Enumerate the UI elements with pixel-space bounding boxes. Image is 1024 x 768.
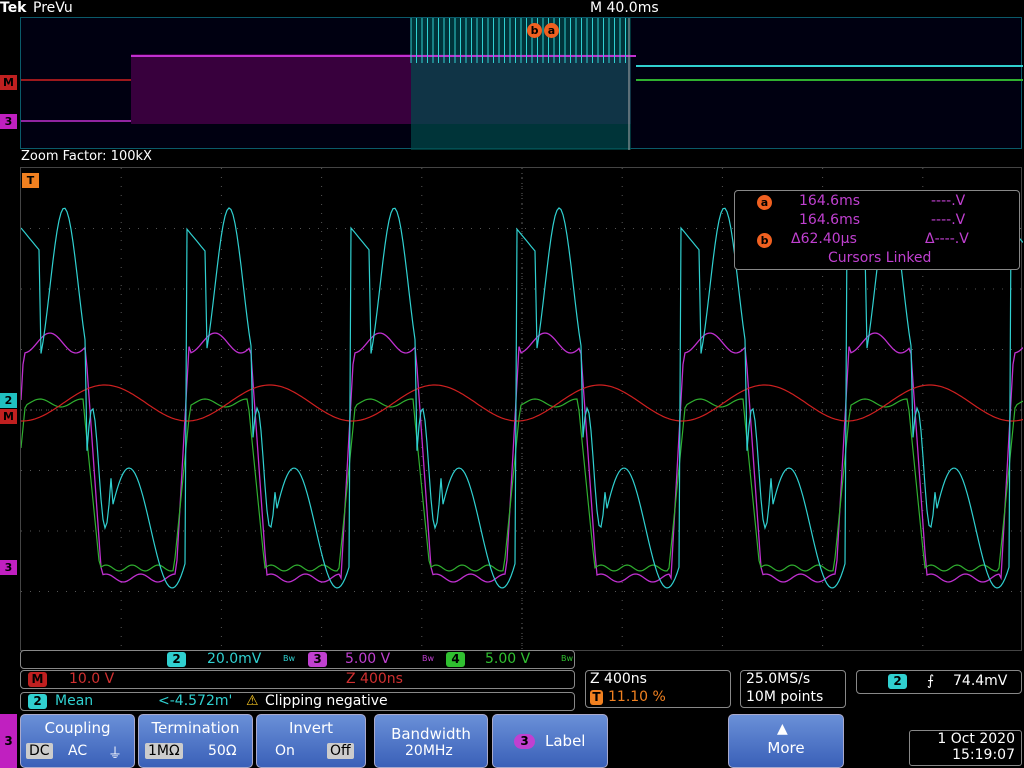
math-readout[interactable]: M 10.0 V Z 400ns: [20, 670, 575, 689]
trigger-ch-badge: 2: [888, 674, 907, 689]
sample-rate: 25.0MS/s: [746, 671, 811, 687]
label-title: Label: [545, 732, 586, 750]
meas-warning: Clipping negative: [265, 693, 388, 709]
ch4-badge[interactable]: 4: [446, 652, 465, 667]
date: 1 Oct 2020: [937, 731, 1015, 747]
coupling-ac[interactable]: AC: [65, 743, 90, 759]
math-zoom: Z 400ns: [346, 671, 403, 687]
termination-title: Termination: [151, 719, 240, 737]
termination-50ohm[interactable]: 50Ω: [205, 743, 240, 759]
cursor-a-volt: ----.V: [931, 193, 966, 209]
trig-pos-badge: T: [590, 690, 603, 705]
label-ch-badge: 3: [514, 734, 535, 749]
ch2-bw-icon: Bw: [283, 654, 296, 663]
cursor-readout[interactable]: a 164.6ms ----.V 164.6ms ----.V b Δ62.40…: [734, 190, 1020, 270]
overview-cursor-a[interactable]: a: [544, 23, 559, 38]
label-button[interactable]: 3 Label: [492, 714, 608, 768]
overview-math-marker[interactable]: M: [0, 75, 17, 90]
ch2-scale[interactable]: 20.0mV: [207, 651, 261, 667]
cursor-delta-volt: Δ----.V: [925, 231, 969, 247]
invert-off[interactable]: Off: [327, 743, 354, 759]
ground-icon[interactable]: ⏚: [105, 743, 125, 763]
more-button[interactable]: ▲ More: [728, 714, 844, 768]
channel-scale-bar: 2 20.0mV Bw 3 5.00 V Bw 4 5.00 V Bw: [20, 650, 575, 669]
brand-logo: Tek: [0, 0, 27, 16]
time: 15:19:07: [952, 747, 1015, 763]
overview-waveforms: [21, 18, 1023, 150]
zoom-trigger-marker[interactable]: T: [22, 173, 39, 188]
ch3-bw-icon: Bw: [422, 654, 435, 663]
meas-value: <-4.572m': [158, 693, 233, 709]
cursor-b-badge: b: [757, 233, 772, 248]
date-time[interactable]: 1 Oct 2020 15:19:07: [909, 730, 1022, 766]
warning-icon: ⚠: [246, 693, 259, 709]
coupling-title: Coupling: [44, 719, 111, 737]
math-ground-marker[interactable]: M: [0, 409, 17, 424]
record-overview[interactable]: [20, 17, 1023, 150]
zoom-info[interactable]: Z 400ns T 11.10 %: [585, 670, 731, 708]
termination-button[interactable]: Termination 1MΩ 50Ω: [138, 714, 253, 768]
cursor-a-badge: a: [757, 195, 772, 210]
ch3-scale[interactable]: 5.00 V: [345, 651, 390, 667]
ch4-bw-icon: Bw: [561, 654, 574, 663]
overview-traces: [21, 18, 1023, 150]
cursors-linked-label: Cursors Linked: [828, 250, 932, 266]
overview-cursor-b[interactable]: b: [527, 23, 542, 38]
main-timebase[interactable]: M 40.0ms: [590, 0, 659, 16]
ch3-ground-marker[interactable]: 3: [0, 560, 17, 575]
cursor-b-time: 164.6ms: [799, 212, 861, 228]
zoom-factor-label: Zoom Factor: 100kX: [21, 149, 152, 164]
more-title: More: [767, 739, 805, 757]
ch3-badge[interactable]: 3: [308, 652, 327, 667]
ch4-waveform: [21, 398, 1023, 572]
top-header: Tek PreVu M 40.0ms: [0, 0, 1024, 17]
termination-1mohm[interactable]: 1MΩ: [145, 743, 183, 759]
invert-on[interactable]: On: [272, 743, 298, 759]
ch2-badge[interactable]: 2: [167, 652, 186, 667]
coupling-dc[interactable]: DC: [26, 743, 53, 759]
measurement-readout[interactable]: 2 Mean <-4.572m' ⚠ Clipping negative: [20, 692, 575, 711]
bandwidth-value: 20MHz: [405, 743, 453, 759]
math-badge: M: [28, 672, 47, 687]
ch2-ground-marker[interactable]: 2: [0, 393, 17, 408]
ch3-waveform: [21, 332, 1023, 583]
math-scale: 10.0 V: [69, 671, 115, 687]
cursor-delta-time: Δ62.40μs: [791, 231, 857, 247]
invert-button[interactable]: Invert On Off: [256, 714, 366, 768]
acquisition-mode: PreVu: [33, 0, 73, 16]
overview-ch3-marker[interactable]: 3: [0, 114, 17, 129]
trigger-info[interactable]: 2 ⨍ 74.4mV: [856, 670, 1022, 694]
coupling-button[interactable]: Coupling DC AC ⏚: [20, 714, 135, 768]
trigger-level: 74.4mV: [953, 673, 1008, 689]
cursor-b-volt: ----.V: [931, 212, 966, 228]
invert-title: Invert: [288, 719, 334, 737]
ch4-scale[interactable]: 5.00 V: [485, 651, 530, 667]
rising-edge-icon: ⨍: [927, 673, 935, 689]
bandwidth-title: Bandwidth: [391, 725, 471, 743]
bandwidth-button[interactable]: Bandwidth 20MHz: [374, 714, 488, 768]
meas-ch-badge: 2: [28, 694, 47, 709]
acquisition-info[interactable]: 25.0MS/s 10M points: [740, 670, 846, 708]
menu-channel-indicator: 3: [0, 714, 17, 768]
cursor-a-time: 164.6ms: [799, 193, 861, 209]
zoom-timebase: Z 400ns: [590, 671, 647, 687]
trigger-position: 11.10 %: [608, 689, 666, 705]
chevron-up-icon: ▲: [777, 721, 788, 737]
meas-name: Mean: [55, 693, 94, 709]
record-length: 10M points: [746, 689, 824, 705]
